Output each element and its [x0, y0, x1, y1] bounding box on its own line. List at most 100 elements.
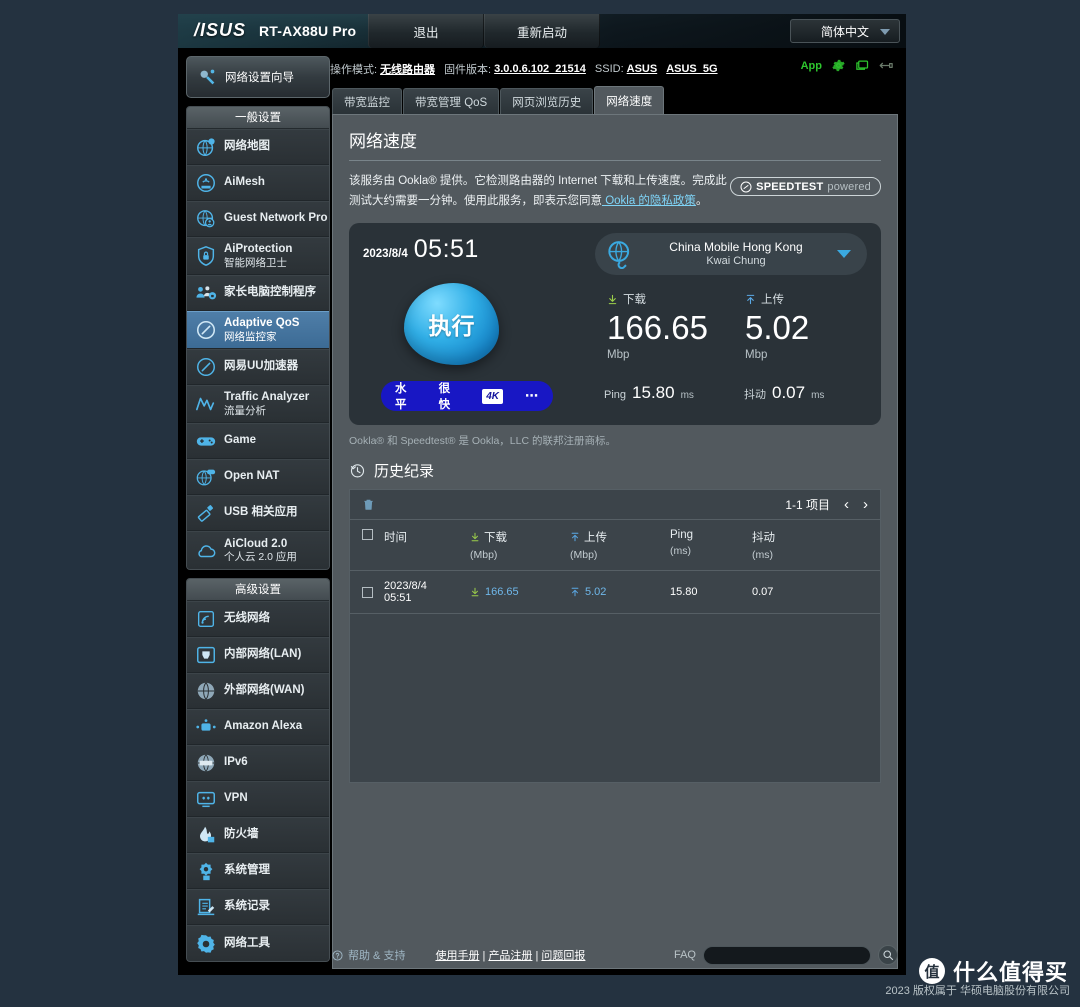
tab-bar: 带宽监控 带宽管理 QoS 网页浏览历史 网络速度	[332, 86, 898, 114]
sidebar-item-vpn[interactable]: VPN	[187, 781, 329, 817]
vpn-icon	[197, 791, 215, 808]
history-header: 历史纪录	[349, 460, 881, 481]
sidebar-item-network-map[interactable]: 网络地图	[187, 129, 329, 165]
sidebar-item-system-log[interactable]: 系统记录	[187, 889, 329, 925]
privacy-policy-link[interactable]: Ookla 的隐私政策	[602, 195, 696, 207]
sidebar-item-adaptive-qos[interactable]: Adaptive QoS 网络监控家	[187, 311, 329, 349]
test-time: 05:51	[413, 235, 479, 264]
description-text-part2: 。	[695, 195, 708, 208]
row-checkbox[interactable]	[362, 586, 373, 598]
pager-count: 1-1 项目	[785, 498, 830, 513]
sidebar-item-network-wizard[interactable]: 网络设置向导	[186, 56, 330, 98]
download-arrow-icon	[471, 533, 479, 542]
sidebar-item-lan[interactable]: 内部网络(LAN)	[187, 637, 329, 673]
tab-bandwidth-monitor[interactable]: 带宽监控	[332, 88, 402, 114]
sidebar-item-label: VPN	[224, 792, 248, 805]
sidebar-item-usb-application[interactable]: USB 相关应用	[187, 495, 329, 531]
speedtest-powered: powered	[827, 180, 871, 193]
sidebar-item-game[interactable]: Game	[187, 423, 329, 459]
sidebar-item-wan[interactable]: 外部网络(WAN)	[187, 673, 329, 709]
footer-bar: 帮助 & 支持 使用手册 | 产品注册 | 问题回报 FAQ	[332, 943, 898, 967]
column-time: 时间	[384, 520, 470, 572]
column-download-label: 下载	[484, 532, 507, 545]
upload-metric-head: 上传	[745, 291, 809, 307]
history-clock-icon	[350, 464, 365, 478]
tab-web-history[interactable]: 网页浏览历史	[500, 88, 594, 114]
app-label[interactable]: App	[801, 60, 822, 72]
column-jitter-label: 抖动	[752, 532, 775, 545]
sidebar-group-title: 高级设置	[187, 579, 329, 601]
ssid-24g-value[interactable]: ASUS	[627, 63, 658, 75]
sidebar-item-label: AiCloud 2.0	[224, 537, 288, 550]
select-all-checkbox[interactable]	[362, 529, 373, 541]
speedtest-badge: SPEEDTEST powered	[730, 177, 881, 196]
sidebar-item-traffic-analyzer[interactable]: Traffic Analyzer 流量分析	[187, 385, 329, 423]
quality-more-icon[interactable]: ⋯	[525, 388, 539, 404]
sidebar-item-firewall[interactable]: 防火墙	[187, 817, 329, 853]
row-upload-cell: 5.02	[570, 570, 670, 615]
reboot-button[interactable]: 重新启动	[484, 14, 600, 48]
ssid-5g-value[interactable]: ASUS_5G	[666, 63, 717, 75]
faq-search-input[interactable]	[703, 945, 871, 965]
sidebar-item-wireless[interactable]: 无线网络	[187, 601, 329, 637]
tab-qos[interactable]: 带宽管理 QoS	[403, 88, 500, 114]
title-divider	[349, 160, 881, 161]
server-name: China Mobile Hong Kong	[669, 239, 803, 254]
download-metric-head: 下载	[607, 291, 708, 307]
feedback-link[interactable]: 问题回报	[541, 950, 585, 962]
tab-network-speed[interactable]: 网络速度	[594, 86, 665, 114]
alexa-icon	[196, 719, 216, 731]
sidebar-item-network-tools[interactable]: 网络工具	[187, 925, 329, 961]
sidebar-item-sublabel: 智能网络卫士	[224, 256, 287, 269]
sidebar-item-guest-network-pro[interactable]: Guest Network Pro	[187, 201, 329, 237]
chevron-down-icon[interactable]	[837, 250, 851, 259]
status-icon-group: App	[801, 58, 894, 73]
quality-value: 很快	[438, 383, 451, 412]
sidebar-item-amazon-alexa[interactable]: Amazon Alexa	[187, 709, 329, 745]
row-time: 05:51	[384, 592, 412, 605]
sidebar-item-ipv6[interactable]: IPv6	[187, 745, 329, 781]
faq-search-block: FAQ	[674, 945, 898, 965]
sidebar-item-label: 网络地图	[224, 140, 270, 153]
sidebar-item-aiprotection[interactable]: AiProtection 智能网络卫士	[187, 237, 329, 275]
table-toolbar: 1-1 项目 ‹ ›	[350, 490, 880, 521]
product-register-link[interactable]: 产品注册	[488, 950, 532, 962]
cloud-icon	[198, 544, 216, 557]
sidebar-item-parental-control[interactable]: 家长电脑控制程序	[187, 275, 329, 311]
faq-label: FAQ	[673, 949, 696, 961]
asus-logo: /ISUS	[194, 20, 247, 40]
sidebar-item-administration[interactable]: 系统管理	[187, 853, 329, 889]
server-selector[interactable]: China Mobile Hong Kong Kwai Chung	[595, 233, 867, 276]
search-icon[interactable]	[878, 945, 898, 965]
pager-prev-button[interactable]: ‹	[844, 496, 849, 513]
gear-icon[interactable]	[831, 58, 846, 73]
table-row[interactable]: 2023/8/4 05:51 166.65 5.02 15.80 0.07	[350, 570, 880, 615]
sidebar-item-uu-accelerator[interactable]: 网易UU加速器	[187, 349, 329, 385]
usb-icon[interactable]	[879, 58, 894, 73]
sidebar-item-aimesh[interactable]: AiMesh	[187, 165, 329, 201]
connection-quality-pill[interactable]: 水平 很快 4K ⋯	[381, 381, 553, 412]
upload-arrow-icon	[571, 533, 579, 542]
row-download-value: 166.65	[485, 586, 519, 599]
help-support-link[interactable]: 帮助 & 支持	[332, 947, 405, 963]
firmware-value[interactable]: 3.0.0.6.102_21514	[494, 63, 586, 75]
language-select[interactable]: 简体中文	[790, 19, 900, 43]
column-upload: 上传 (Mbp)	[570, 520, 670, 572]
top-banner: /ISUS RT-AX88U Pro 退出 重新启动 简体中文	[178, 14, 906, 48]
operation-mode-value[interactable]: 无线路由器	[380, 61, 435, 77]
speed-test-card: 2023/8/4 05:51 China Mobile Hong Kong Kw…	[349, 223, 881, 426]
pager-next-button[interactable]: ›	[863, 496, 868, 513]
watermark-badge: 值	[918, 958, 945, 984]
sidebar-item-aicloud[interactable]: AiCloud 2.0 个人云 2.0 应用	[187, 531, 329, 569]
lan-port-icon	[197, 646, 215, 664]
trash-icon[interactable]	[362, 497, 375, 512]
manual-link[interactable]: 使用手册	[435, 950, 479, 962]
speedtest-gauge-icon	[740, 181, 752, 192]
quality-label: 水平	[395, 383, 407, 412]
start-test-button[interactable]: 执行	[404, 283, 499, 366]
help-support-label: 帮助 & 支持	[348, 950, 406, 962]
sidebar-item-open-nat[interactable]: Open NAT	[187, 459, 329, 495]
logout-button[interactable]: 退出	[368, 14, 484, 48]
monitor-icon[interactable]	[855, 58, 870, 73]
ssid-label: SSID:	[594, 63, 624, 75]
